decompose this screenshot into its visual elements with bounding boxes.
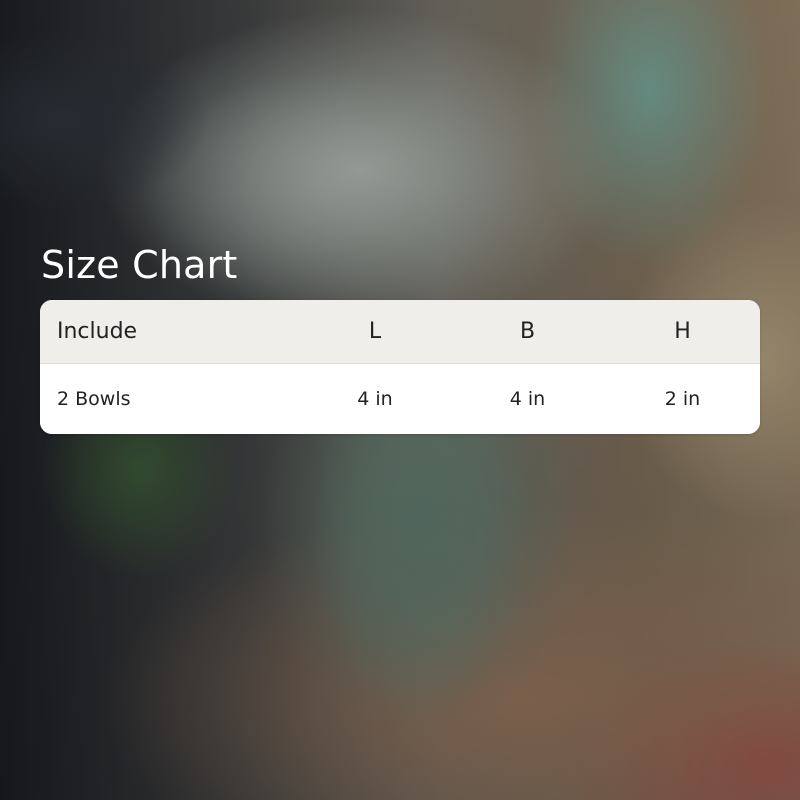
cell-include: 2 Bowls: [57, 388, 131, 410]
header-include: Include: [57, 319, 138, 344]
table-header-row: Include L B H: [40, 300, 760, 364]
page-title: Size Chart: [41, 243, 238, 287]
header-breadth: B: [519, 319, 536, 344]
header-height: H: [674, 319, 691, 344]
header-length: L: [368, 319, 382, 344]
cell-breadth: 4 in: [509, 388, 546, 410]
cell-length: 4 in: [357, 388, 393, 410]
cell-height: 2 in: [664, 388, 701, 410]
size-chart-table: Include L B H 2 Bowls 4 in 4 in 2 in: [40, 300, 760, 434]
table-row: 2 Bowls 4 in 4 in 2 in: [40, 364, 760, 434]
